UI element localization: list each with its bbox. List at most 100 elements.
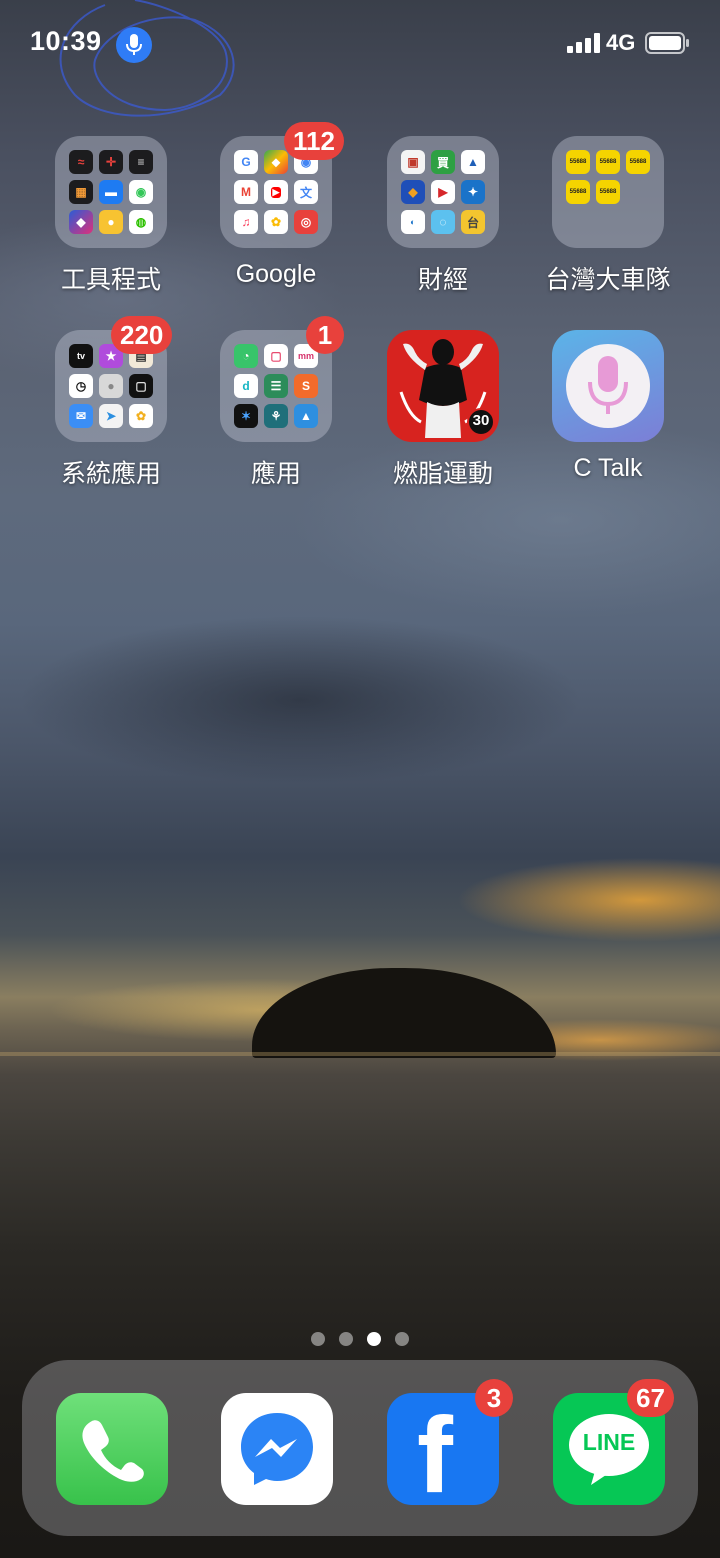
- google-photos-icon: ✿: [264, 210, 288, 234]
- voice-memos-icon: ≈: [69, 150, 93, 174]
- apps-folder-badge: 1: [306, 316, 344, 354]
- folder-finance[interactable]: ▣ 買 ▲ ◆ ▶ ✦ ◐ ◌ 台 財經: [363, 136, 523, 296]
- page-dot-2[interactable]: [339, 1332, 353, 1346]
- google-translate-icon: 文: [294, 180, 318, 204]
- cellular-signal-icon: [567, 33, 600, 53]
- page-dot-3-active[interactable]: [367, 1332, 381, 1346]
- folder-taiwan-taxi-tile: 55688 55688 55688 55688 55688: [552, 136, 664, 248]
- phone-handset-icon: [82, 1420, 144, 1482]
- microphone-in-use-indicator[interactable]: [116, 27, 152, 63]
- folder-utilities[interactable]: ≈ ✛ ≡ ▦ ▬ ◉ ◆ ● ◍ 工具程式: [31, 136, 191, 296]
- network-type: 4G: [606, 30, 636, 55]
- phone-app[interactable]: [56, 1393, 168, 1505]
- wallpaper-horizon: [0, 1052, 720, 1056]
- app-fat-burning-workout-label: 燃脂運動: [392, 460, 493, 488]
- taxi-app-1-icon: 55688: [566, 150, 590, 174]
- finance-app-6-icon: ✦: [461, 180, 485, 204]
- finance-app-2-icon: 買: [431, 150, 455, 174]
- messenger-icon: [241, 1413, 313, 1485]
- mail-icon: ✉: [69, 404, 93, 428]
- tree-app-icon: ⚘: [264, 404, 288, 428]
- folder-system-apps-label: 系統應用: [60, 460, 161, 488]
- status-bar: 10:39 4G: [0, 0, 720, 88]
- facebook-badge: 3: [475, 1379, 513, 1417]
- web-app-icon: ◎: [294, 210, 318, 234]
- contacts-icon: ●: [99, 374, 123, 398]
- facebook-icon: f: [417, 1394, 453, 1515]
- page-dot-1[interactable]: [311, 1332, 325, 1346]
- folder-finance-label: 財經: [417, 266, 468, 294]
- google-maps-icon: ⬥: [264, 150, 288, 174]
- music-icon: ♫: [234, 210, 258, 234]
- page-dot-4[interactable]: [395, 1332, 409, 1346]
- facebook-app[interactable]: f 3: [387, 1379, 513, 1511]
- google-search-icon: G: [234, 150, 258, 174]
- folder-google-tile: G ⬥ ◉ M ▶ 文 ♫ ✿ ◎ 112: [220, 122, 344, 248]
- finance-app-9-icon: 台: [461, 210, 485, 234]
- taxi-app-3-icon: 55688: [626, 150, 650, 174]
- dock: f 3 LINE 67: [22, 1360, 698, 1536]
- folder-apps-label: 應用: [250, 460, 301, 488]
- finance-app-7-icon: ◐: [401, 210, 425, 234]
- finance-app-5-icon: ▶: [431, 180, 455, 204]
- clock-icon: ◷: [69, 374, 93, 398]
- files-icon: ▬: [99, 180, 123, 204]
- folder-apps[interactable]: ◔ ▢ mm d ☰ S ✶ ⚘ ▲ 1 應用: [196, 316, 356, 490]
- finance-app-3-icon: ▲: [461, 150, 485, 174]
- taxi-app-2-icon: 55688: [596, 150, 620, 174]
- google-folder-badge: 112: [284, 122, 344, 160]
- wechat-icon: ◍: [129, 210, 153, 234]
- butterfly-app-icon: ✶: [234, 404, 258, 428]
- apps-app-4-icon: d: [234, 374, 258, 398]
- folder-google-label: Google: [235, 260, 317, 288]
- finance-app-4-icon: ◆: [401, 180, 425, 204]
- apps-app-2-icon: ▢: [264, 344, 288, 368]
- taxi-app-4-icon: 55688: [566, 180, 590, 204]
- line-app[interactable]: LINE 67: [553, 1379, 674, 1505]
- folder-taiwan-taxi[interactable]: 55688 55688 55688 55688 55688 台灣大車隊: [528, 136, 688, 296]
- taxi-app-5-icon: 55688: [596, 180, 620, 204]
- maps-icon: ➤: [99, 404, 123, 428]
- measure-icon: ≡: [129, 150, 153, 174]
- folder-finance-tile: ▣ 買 ▲ ◆ ▶ ✦ ◐ ◌ 台: [387, 136, 499, 248]
- folder-google[interactable]: G ⬥ ◉ M ▶ 文 ♫ ✿ ◎ 112 Google: [196, 122, 356, 289]
- apps-app-9-icon: ▲: [294, 404, 318, 428]
- status-time: 10:39: [30, 26, 102, 56]
- find-my-icon: ◉: [129, 180, 153, 204]
- app-c-talk-label: C Talk: [573, 454, 643, 482]
- watch-icon: ▢: [129, 374, 153, 398]
- gmail-icon: M: [234, 180, 258, 204]
- shortcuts-icon: ◆: [69, 210, 93, 234]
- microphone-icon: [126, 34, 142, 55]
- line-badge: 67: [627, 1379, 674, 1417]
- folder-utilities-label: 工具程式: [60, 266, 161, 294]
- folder-utilities-tile: ≈ ✛ ≡ ▦ ▬ ◉ ◆ ● ◍: [55, 136, 167, 248]
- folder-taiwan-taxi-label: 台灣大車隊: [545, 266, 671, 294]
- c-talk-icon: [552, 330, 664, 442]
- folder-system-apps[interactable]: tv ★ ▤ ◷ ● ▢ ✉ ➤ ✿ 220 系統應用: [31, 316, 191, 490]
- battery-icon: [645, 32, 689, 54]
- app-fat-burning-workout[interactable]: 30 燃脂運動: [363, 330, 523, 490]
- workout-days-label: 30: [472, 412, 490, 429]
- app-c-talk[interactable]: C Talk: [528, 330, 688, 483]
- system-apps-folder-badge: 220: [111, 316, 173, 354]
- finance-app-8-icon: ◌: [431, 210, 455, 234]
- shopee-icon: S: [294, 374, 318, 398]
- messenger-app[interactable]: [221, 1393, 333, 1505]
- folder-system-apps-tile: tv ★ ▤ ◷ ● ▢ ✉ ➤ ✿ 220: [55, 316, 173, 442]
- tips-icon: ●: [99, 210, 123, 234]
- c-talk-microphone-icon: [588, 356, 628, 414]
- compass-icon: ✛: [99, 150, 123, 174]
- photos-icon: ✿: [129, 404, 153, 428]
- apps-app-1-icon: ◔: [234, 344, 258, 368]
- wallpaper-island: [252, 968, 556, 1058]
- calculator-icon: ▦: [69, 180, 93, 204]
- folder-apps-tile: ◔ ▢ mm d ☰ S ✶ ⚘ ▲ 1: [220, 316, 344, 442]
- apple-tv-icon: tv: [69, 344, 93, 368]
- home-screen: 10:39 4G ≈ ✛ ≡ ▦ ▬ ◉ ◆ ● ◍ 工具程式 G ⬥ ◉ M …: [0, 0, 720, 1558]
- apps-app-5-icon: ☰: [264, 374, 288, 398]
- fat-burning-workout-icon: 30: [387, 330, 499, 442]
- youtube-icon: ▶: [264, 180, 288, 204]
- page-indicator[interactable]: [0, 1332, 720, 1346]
- finance-app-1-icon: ▣: [401, 150, 425, 174]
